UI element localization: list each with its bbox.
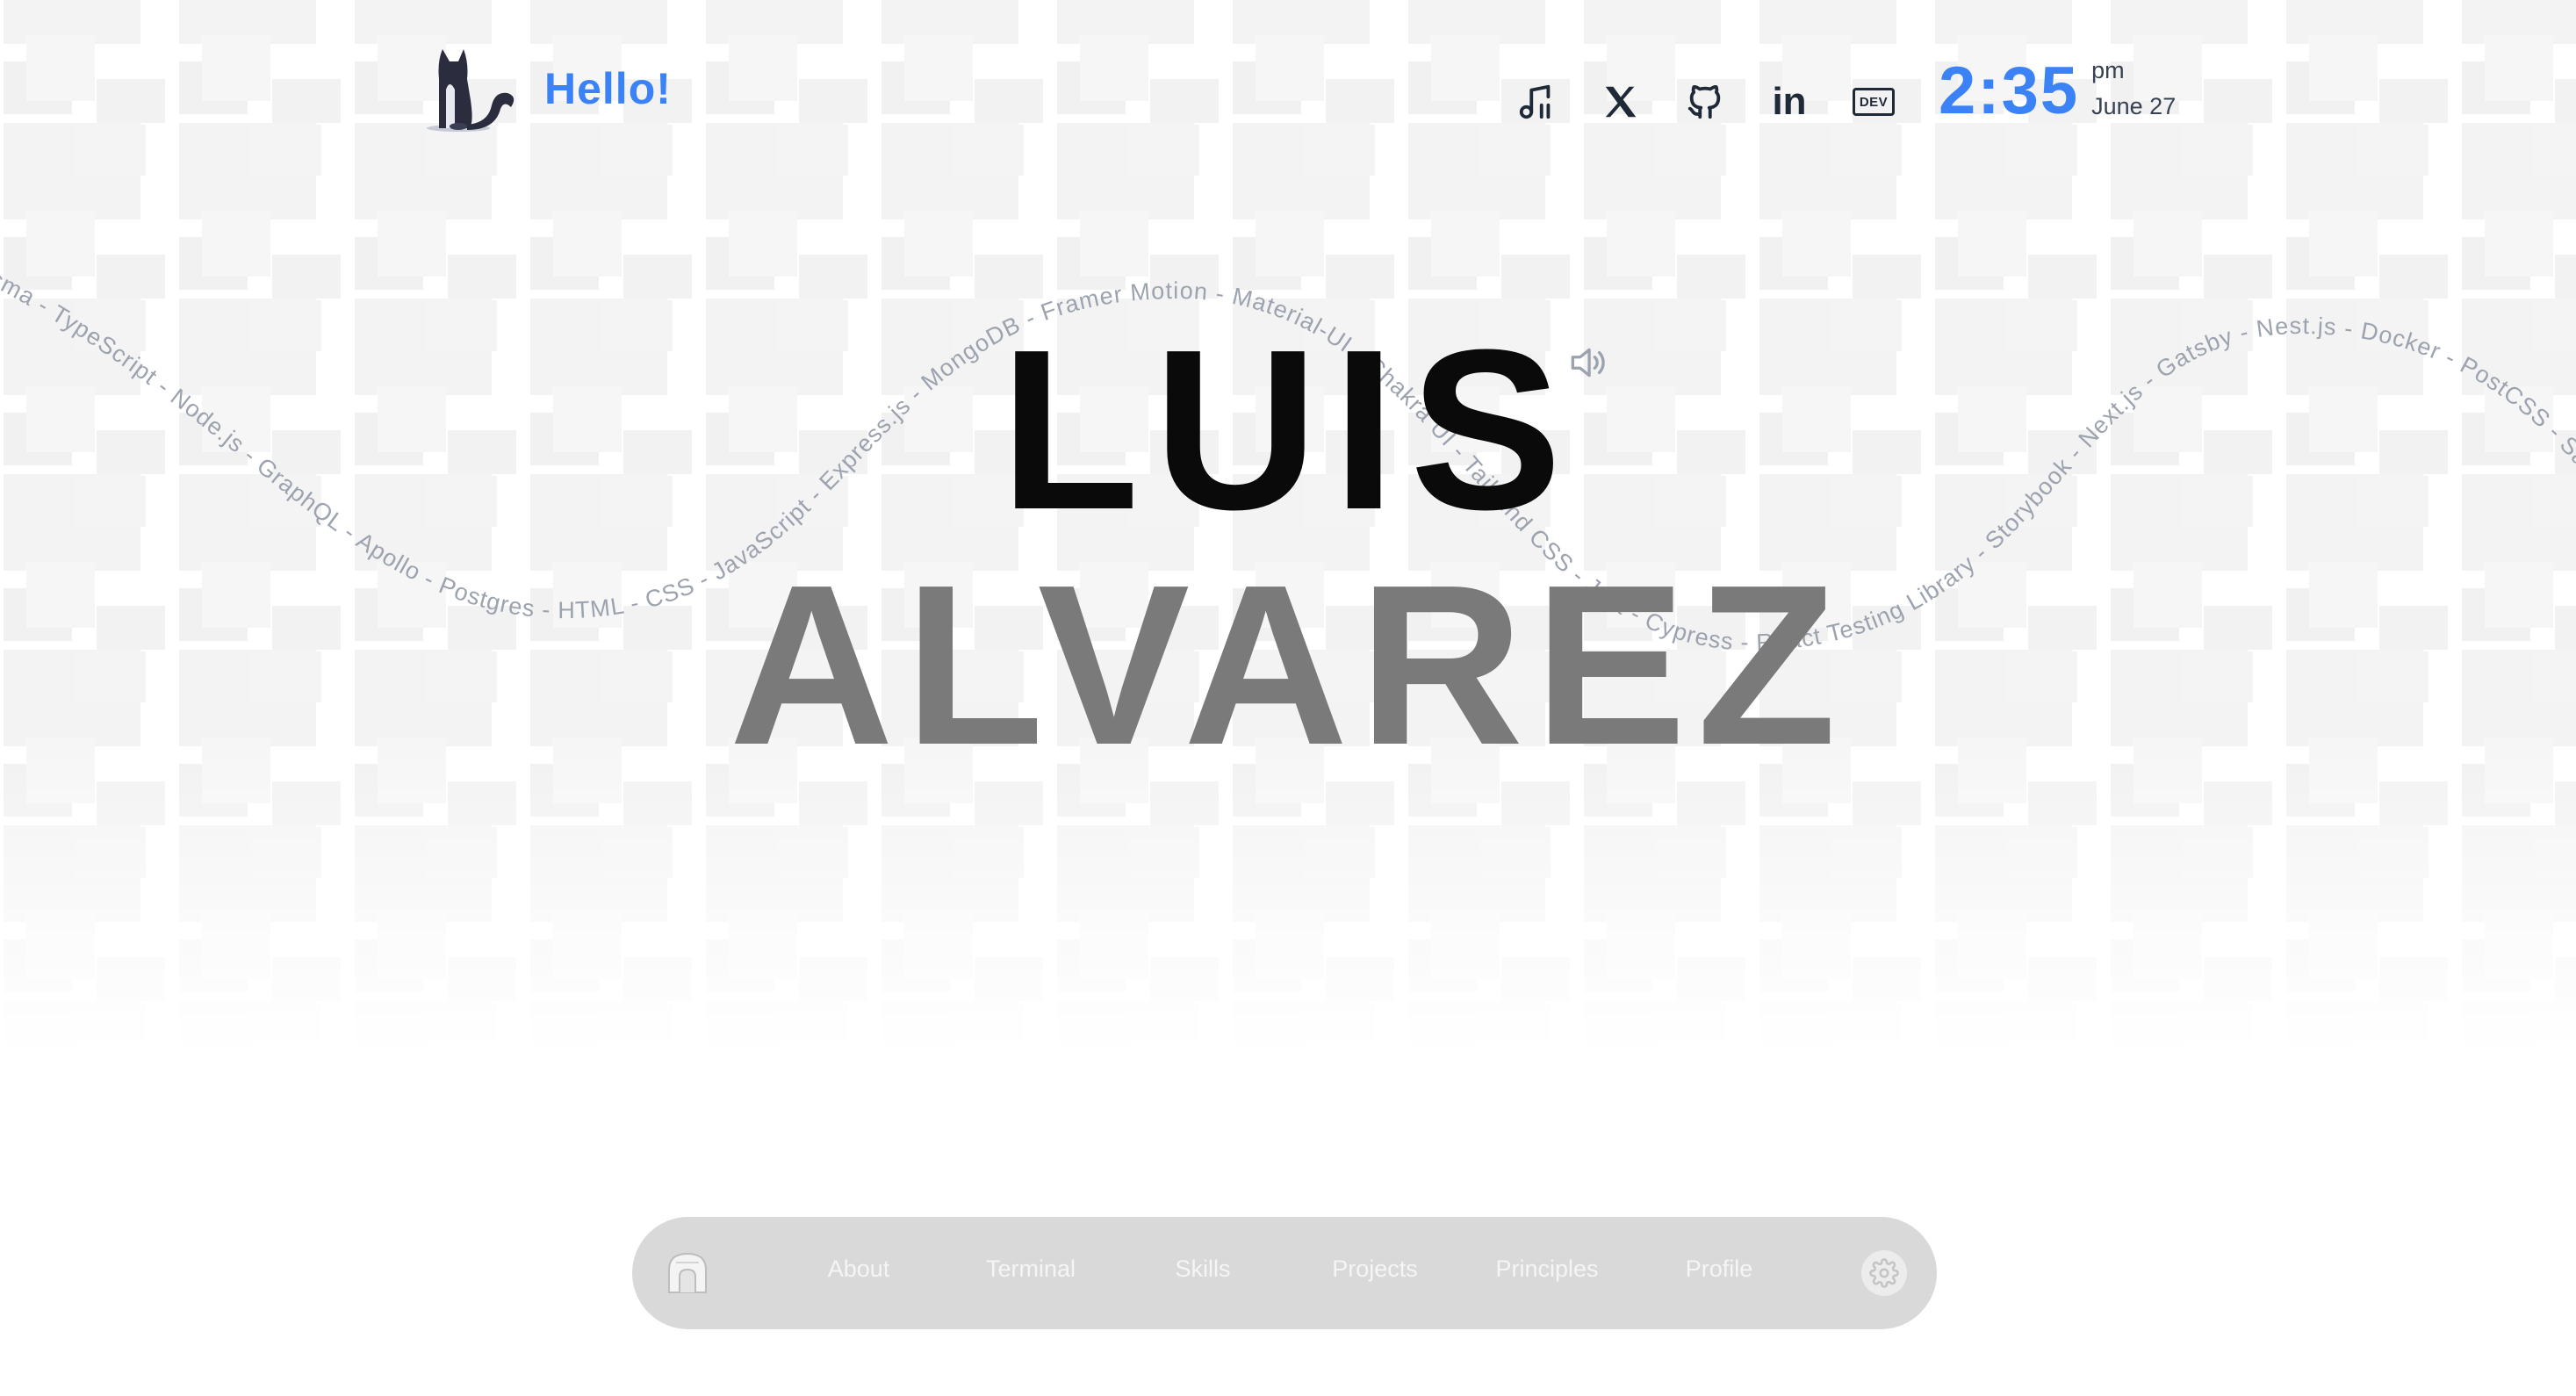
x-logo-icon[interactable] bbox=[1600, 79, 1642, 125]
bottom-nav: About Terminal Skills Projects Principle… bbox=[632, 1217, 1937, 1329]
first-name: LUIS bbox=[999, 303, 1577, 558]
clock-date: June 27 bbox=[2091, 92, 2177, 119]
linkedin-icon[interactable]: in bbox=[1768, 79, 1810, 125]
cat-logo-icon bbox=[427, 49, 514, 132]
nav-principles[interactable]: Principles bbox=[1477, 1256, 1617, 1283]
nav-skills[interactable]: Skills bbox=[1133, 1256, 1273, 1283]
nav-about[interactable]: About bbox=[788, 1256, 929, 1283]
clock-ampm: pm bbox=[2091, 57, 2125, 83]
dev-to-icon[interactable]: DEV bbox=[1853, 79, 1895, 125]
clock: 2:35 pm June 27 bbox=[1939, 54, 2177, 128]
settings-button[interactable] bbox=[1861, 1250, 1907, 1296]
social-links: in DEV bbox=[1515, 79, 1937, 125]
brand[interactable]: Hello! bbox=[423, 44, 672, 133]
gear-icon bbox=[1869, 1258, 1899, 1288]
github-icon[interactable] bbox=[1684, 79, 1726, 125]
music-note-icon[interactable] bbox=[1515, 79, 1558, 125]
speaker-icon[interactable] bbox=[1565, 341, 1610, 385]
clock-time: 2:35 bbox=[1939, 54, 2080, 128]
nav-profile[interactable]: Profile bbox=[1649, 1256, 1789, 1283]
nav-terminal[interactable]: Terminal bbox=[961, 1256, 1101, 1283]
nav-projects[interactable]: Projects bbox=[1305, 1256, 1445, 1283]
last-name: ALVAREZ bbox=[729, 538, 1847, 793]
greeting: Hello! bbox=[544, 64, 672, 113]
home-icon[interactable] bbox=[664, 1250, 711, 1296]
